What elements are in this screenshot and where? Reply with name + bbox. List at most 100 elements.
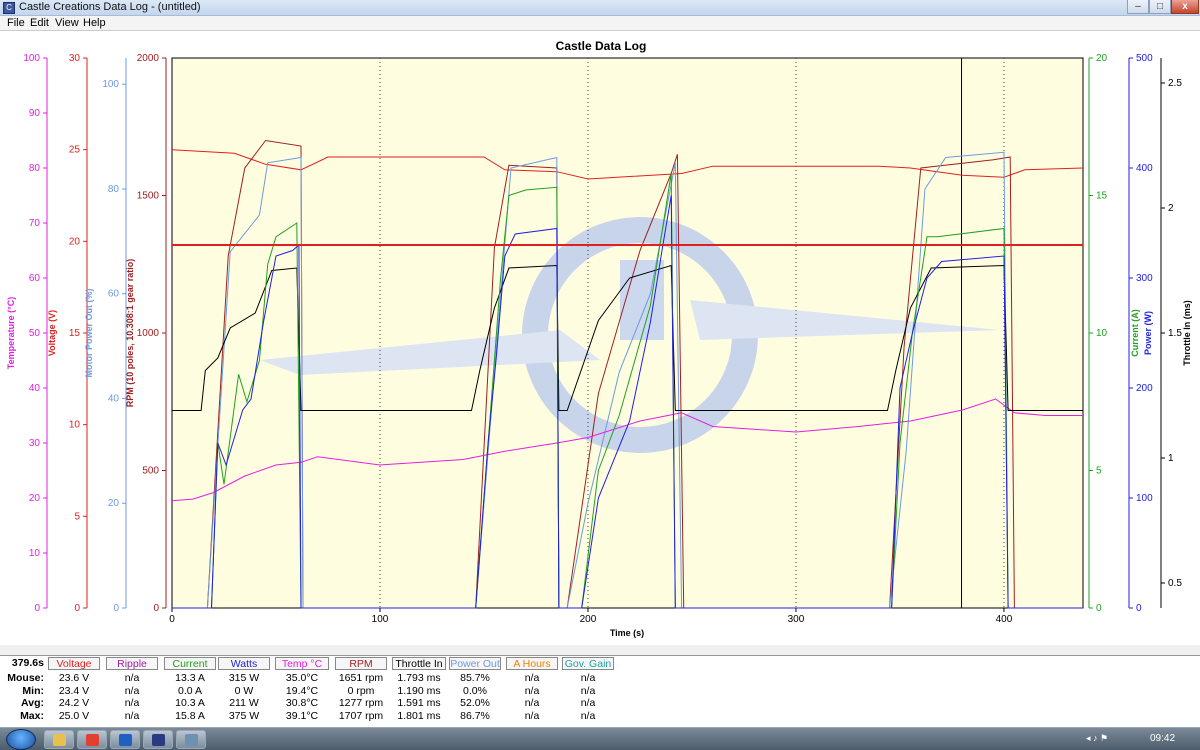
y-axis-label: Voltage (V) [47,310,57,356]
table-cell: n/a [580,697,596,709]
explorer-icon [53,734,66,746]
y-tick-label: 2 [1168,203,1174,214]
y-tick-label: 500 [1136,53,1153,64]
y-tick-label: 20 [108,498,120,509]
y-axis-label: Current (A) [1130,309,1140,357]
column-header[interactable]: Voltage [48,657,100,670]
y-axis-label: Throttle In (ms) [1182,300,1192,366]
y-tick-label: 400 [1136,163,1153,174]
y-tick-label: 40 [108,393,120,404]
y-tick-label: 60 [29,273,41,284]
y-tick-label: 5 [74,511,80,522]
table-cell: 1.801 ms [397,709,441,722]
table-cell: 1707 rpm [338,709,384,722]
y-tick-label: 25 [69,145,81,156]
table-cell: 15.8 A [175,709,205,722]
y-tick-label: 1 [1168,453,1174,464]
table-cell: 0 W [234,684,254,697]
y-tick-label: 40 [29,383,41,394]
y-tick-label: 0 [1096,603,1102,614]
menu-view[interactable]: View [55,17,79,29]
column-header[interactable]: Watts [218,657,270,670]
data-log-chart[interactable]: Castle Data Log0 100 200 300 400Time (s)0102… [0,30,1200,645]
taskbar-castle-link-button[interactable] [143,730,173,749]
y-tick-label: 2000 [137,53,160,64]
table-cell: 39.1°C [285,709,319,722]
column-header[interactable]: A Hours [506,657,558,670]
y-tick-label: 20 [1096,53,1108,64]
table-cell: 23.6 V [58,672,90,684]
menu-bar: File Edit View Help [0,16,1200,30]
table-cell: n/a [580,709,596,722]
table-cell: 13.3 A [175,672,205,684]
y-tick-label: 30 [29,438,41,449]
y-tick-label: 30 [69,53,81,64]
table-cell: n/a [524,697,540,709]
column-header[interactable]: Temp °C [275,657,329,670]
column-header[interactable]: Gov. Gain [562,657,614,670]
y-tick-label: 60 [108,289,120,300]
y-axis-label: Temperature (°C) [6,297,16,369]
y-axis-label: Power (W) [1143,311,1153,355]
y-tick-label: 15 [1096,191,1108,202]
y-tick-label: 300 [1136,273,1153,284]
table-cell: 1.190 ms [397,684,441,697]
start-button[interactable] [6,729,36,750]
table-cell: n/a [524,672,540,684]
table-cell: n/a [580,684,596,697]
castle-link-icon [152,734,165,746]
y-tick-label: 20 [69,236,81,247]
watermark-logo-mark [620,260,664,340]
table-cell: n/a [124,697,140,709]
system-tray[interactable]: ◂ ♪ ⚑ [1086,733,1108,744]
table-cell: 35.0°C [285,672,319,684]
y-tick-label: 0 [74,603,80,614]
column-header[interactable]: Throttle In [392,657,446,670]
table-cell: 315 W [228,672,260,684]
close-button[interactable]: x [1171,0,1199,14]
taskbar-chrome-button[interactable] [77,730,107,749]
table-cell: n/a [524,709,540,722]
menu-file[interactable]: File [7,17,25,29]
x-tick-label: 300 [788,614,805,625]
table-cell: 375 W [228,709,260,722]
menu-edit[interactable]: Edit [30,17,49,29]
table-cell: n/a [124,709,140,722]
minimize-button[interactable]: – [1127,0,1149,14]
summary-table: 379.6s Voltage Ripple Current Watts Temp °C RP… [0,655,1200,727]
table-cell: 85.7% [460,672,490,684]
taskbar-explorer-button[interactable] [44,730,74,749]
taskbar-outlook-button[interactable] [110,730,140,749]
table-cell: 0.0% [463,684,487,697]
column-header[interactable]: Power Out [449,657,501,670]
clock: 09:42 [1150,733,1176,744]
y-tick-label: 500 [142,466,159,477]
menu-help[interactable]: Help [83,17,106,29]
taskbar: ◂ ♪ ⚑ 09:42 [0,727,1200,750]
table-cell: 23.4 V [58,684,90,697]
maximize-button[interactable]: □ [1149,0,1171,14]
y-tick-label: 0 [153,603,159,614]
table-cell: 0 rpm [347,684,375,697]
taskbar-window-button[interactable] [176,730,206,749]
table-cell: 24.2 V [58,697,90,709]
y-tick-label: 10 [1096,328,1108,339]
table-cell: 1651 rpm [338,672,384,684]
y-tick-label: 100 [102,79,119,90]
y-tick-label: 5 [1096,466,1102,477]
table-cell: 52.0% [460,697,490,709]
column-header[interactable]: Current [164,657,216,670]
y-tick-label: 0 [113,603,119,614]
table-cell: 19.4°C [285,684,319,697]
y-tick-label: 1.5 [1168,328,1182,339]
table-cell: 86.7% [460,709,490,722]
y-tick-label: 70 [29,218,41,229]
y-tick-label: 15 [69,328,81,339]
y-tick-label: 0 [34,603,40,614]
y-tick-label: 80 [108,184,120,195]
x-axis-label: Time (s) [610,628,644,638]
y-tick-label: 50 [29,328,41,339]
row-label: Avg: [21,697,44,709]
column-header[interactable]: Ripple [106,657,158,670]
column-header[interactable]: RPM [335,657,387,670]
